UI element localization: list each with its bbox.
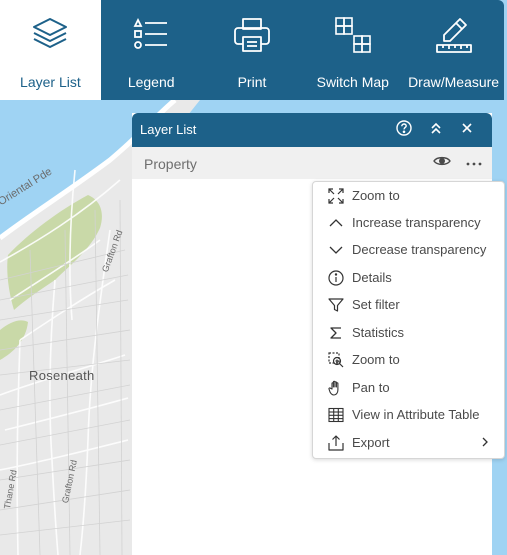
zoom-extent-icon bbox=[327, 187, 345, 205]
tool-switch-map[interactable]: Switch Map bbox=[302, 0, 403, 100]
menu-item-increase-transparency[interactable]: Increase transparency bbox=[313, 209, 504, 236]
table-icon bbox=[327, 406, 345, 424]
legend-icon bbox=[101, 15, 202, 57]
menu-item-zoom-to[interactable]: Zoom to bbox=[313, 182, 504, 209]
widget-toolbar: Layer List Legend Print Switch Map Draw/… bbox=[0, 0, 504, 100]
menu-item-label: Pan to bbox=[352, 380, 390, 395]
menu-item-label: View in Attribute Table bbox=[352, 407, 480, 422]
menu-item-label: Set filter bbox=[352, 297, 400, 312]
layer-row-property[interactable]: Property bbox=[132, 147, 492, 179]
printer-icon bbox=[202, 15, 303, 57]
layer-options-menu: Zoom to Increase transparency Decrease t… bbox=[312, 181, 505, 459]
menu-item-decrease-transparency[interactable]: Decrease transparency bbox=[313, 236, 504, 263]
tool-label: Legend bbox=[127, 74, 175, 90]
chevron-up-icon bbox=[327, 214, 345, 232]
eye-icon bbox=[433, 154, 451, 172]
menu-item-set-filter[interactable]: Set filter bbox=[313, 291, 504, 318]
visibility-toggle[interactable] bbox=[432, 155, 452, 171]
panel-header: Layer List bbox=[132, 113, 492, 147]
help-button[interactable] bbox=[394, 119, 414, 141]
more-horizontal-icon bbox=[465, 154, 483, 172]
info-icon bbox=[327, 269, 345, 287]
panel-title: Layer List bbox=[140, 122, 197, 137]
tool-print[interactable]: Print bbox=[202, 0, 303, 100]
collapse-button[interactable] bbox=[426, 120, 446, 140]
menu-item-label: Details bbox=[352, 270, 392, 285]
zoom-selection-icon bbox=[327, 351, 345, 369]
chevron-down-icon bbox=[327, 241, 345, 259]
menu-item-label: Zoom to bbox=[352, 188, 400, 203]
menu-item-zoom-to-selection[interactable]: Zoom to bbox=[313, 346, 504, 373]
tool-label: Switch Map bbox=[316, 74, 389, 90]
tool-label: Print bbox=[237, 74, 267, 90]
tool-legend[interactable]: Legend bbox=[101, 0, 202, 100]
menu-item-statistics[interactable]: Statistics bbox=[313, 319, 504, 346]
close-button[interactable] bbox=[457, 120, 477, 140]
layers-icon bbox=[0, 15, 101, 57]
map-label-roseneath: Roseneath bbox=[29, 368, 95, 383]
menu-item-label: Zoom to bbox=[352, 352, 400, 367]
filter-icon bbox=[327, 296, 345, 314]
menu-item-view-attribute-table[interactable]: View in Attribute Table bbox=[313, 401, 504, 428]
layer-options-button[interactable] bbox=[464, 155, 484, 171]
sigma-icon bbox=[327, 324, 345, 342]
menu-item-pan-to[interactable]: Pan to bbox=[313, 374, 504, 401]
tool-draw-measure[interactable]: Draw/Measure bbox=[403, 0, 504, 100]
export-icon bbox=[327, 434, 345, 452]
menu-item-label: Export bbox=[352, 435, 390, 450]
tool-label: Layer List bbox=[20, 74, 81, 90]
pencil-ruler-icon bbox=[403, 15, 504, 57]
close-icon bbox=[461, 121, 473, 139]
help-icon bbox=[396, 119, 412, 141]
layer-name: Property bbox=[144, 156, 197, 172]
menu-item-label: Increase transparency bbox=[352, 215, 481, 230]
tool-layer-list[interactable]: Layer List bbox=[0, 0, 101, 100]
double-chevron-up-icon bbox=[429, 121, 443, 140]
menu-item-details[interactable]: Details bbox=[313, 264, 504, 291]
switch-map-icon bbox=[302, 15, 403, 57]
menu-item-label: Decrease transparency bbox=[352, 242, 487, 257]
hand-icon bbox=[327, 379, 345, 397]
tool-label: Draw/Measure bbox=[408, 74, 500, 90]
menu-item-export[interactable]: Export bbox=[313, 429, 504, 456]
chevron-right-icon bbox=[480, 435, 490, 449]
menu-item-label: Statistics bbox=[352, 325, 405, 340]
